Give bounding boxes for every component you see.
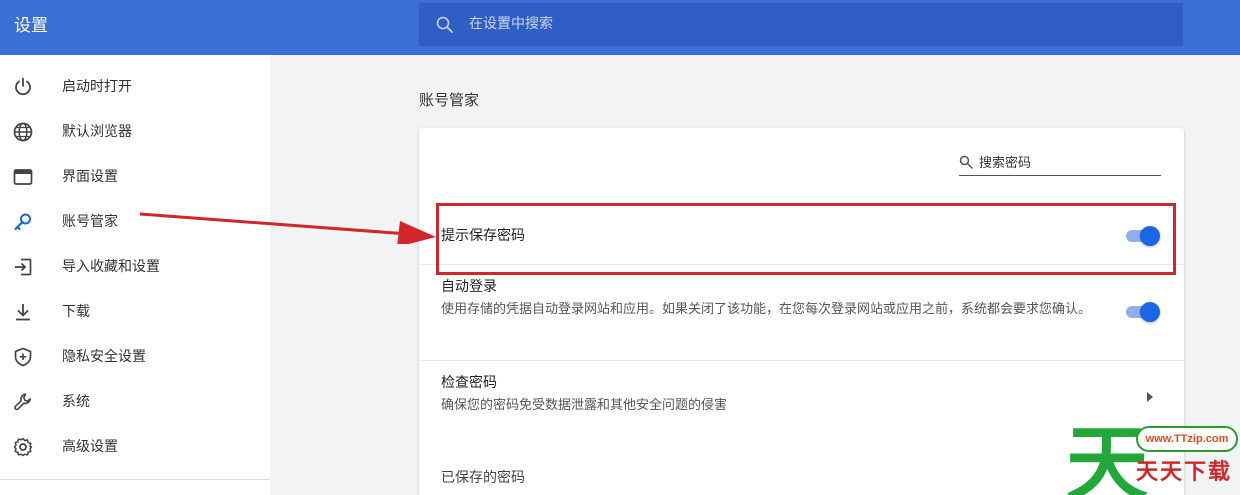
sidebar-item-label: 系统: [62, 394, 90, 410]
saved-passwords-heading: 已保存的密码: [441, 470, 525, 486]
auto-sign-in-description: 使用存储的凭据自动登录网站和应用。如果关闭了该功能，在您每次登录网站或应用之前，…: [441, 302, 1092, 317]
search-icon: [436, 16, 453, 33]
check-passwords-label: 检查密码: [441, 375, 497, 391]
shield-icon: [14, 347, 32, 367]
sidebar-item-downloads[interactable]: 下载: [0, 290, 270, 335]
import-icon: [15, 258, 32, 276]
password-search-box[interactable]: [959, 150, 1161, 176]
download-icon: [16, 304, 30, 321]
search-icon: [959, 155, 973, 169]
offer-save-passwords-toggle[interactable]: [1124, 226, 1160, 246]
auto-sign-in-row[interactable]: 自动登录 使用存储的凭据自动登录网站和应用。如果关闭了该功能，在您每次登录网站或…: [419, 265, 1184, 360]
header-bar: 设置: [0, 0, 1240, 55]
check-passwords-description: 确保您的密码免受数据泄露和其他安全问题的侵害: [441, 398, 728, 413]
auto-sign-in-label: 自动登录: [441, 279, 497, 295]
account-manager-card: 提示保存密码 自动登录 使用存储的凭据自动登录网站和应用。如果关闭了该功能，在您…: [419, 128, 1184, 495]
sidebar-item-label: 账号管家: [62, 214, 118, 230]
watermark-url: www.TTzip.com: [1136, 426, 1238, 452]
sidebar-item-default-browser[interactable]: 默认浏览器: [0, 110, 270, 155]
globe-icon: [13, 122, 33, 142]
wrench-icon: [14, 393, 31, 411]
sidebar-item-label: 默认浏览器: [62, 124, 132, 140]
sidebar-item-startup[interactable]: 启动时打开: [0, 65, 270, 110]
toggle-knob: [1140, 302, 1160, 322]
power-icon: [15, 77, 31, 96]
gear-icon: [13, 437, 33, 457]
sidebar-item-privacy[interactable]: 隐私安全设置: [0, 335, 270, 380]
auto-sign-in-toggle[interactable]: [1124, 302, 1160, 322]
toggle-knob: [1140, 226, 1160, 246]
offer-save-passwords-label: 提示保存密码: [441, 228, 525, 244]
watermark-text: 天天下载: [1136, 460, 1233, 485]
sidebar-item-system[interactable]: 系统: [0, 380, 270, 425]
sidebar-item-label: 界面设置: [62, 169, 118, 185]
sidebar: 启动时打开 默认浏览器 界面设置 账号管家 导入收藏和设置 下载 隐私安全设置 …: [0, 55, 270, 495]
sidebar-item-label: 高级设置: [62, 439, 118, 455]
sidebar-item-advanced[interactable]: 高级设置: [0, 425, 270, 470]
sidebar-item-label: 启动时打开: [62, 79, 132, 95]
settings-search-input[interactable]: [469, 9, 1149, 39]
sidebar-item-import[interactable]: 导入收藏和设置: [0, 245, 270, 290]
sidebar-item-label: 隐私安全设置: [62, 349, 146, 365]
window-icon: [13, 169, 33, 185]
chevron-right-icon[interactable]: [1145, 391, 1155, 403]
password-search-input[interactable]: [979, 152, 1159, 174]
sidebar-item-label: 导入收藏和设置: [62, 259, 160, 275]
app-title: 设置: [14, 16, 48, 36]
sidebar-divider: [0, 479, 270, 480]
section-title: 账号管家: [419, 91, 480, 109]
settings-search-box[interactable]: [419, 3, 1183, 46]
offer-save-passwords-row[interactable]: 提示保存密码: [419, 208, 1184, 264]
sidebar-item-label: 下载: [62, 304, 90, 320]
sidebar-item-appearance[interactable]: 界面设置: [0, 155, 270, 200]
settings-page: 设置 启动时打开 默认浏览器: [0, 0, 1240, 495]
key-icon: [14, 213, 31, 231]
sidebar-item-account-manager[interactable]: 账号管家: [0, 200, 270, 245]
check-passwords-row[interactable]: 检查密码 确保您的密码免受数据泄露和其他安全问题的侵害: [419, 361, 1184, 431]
